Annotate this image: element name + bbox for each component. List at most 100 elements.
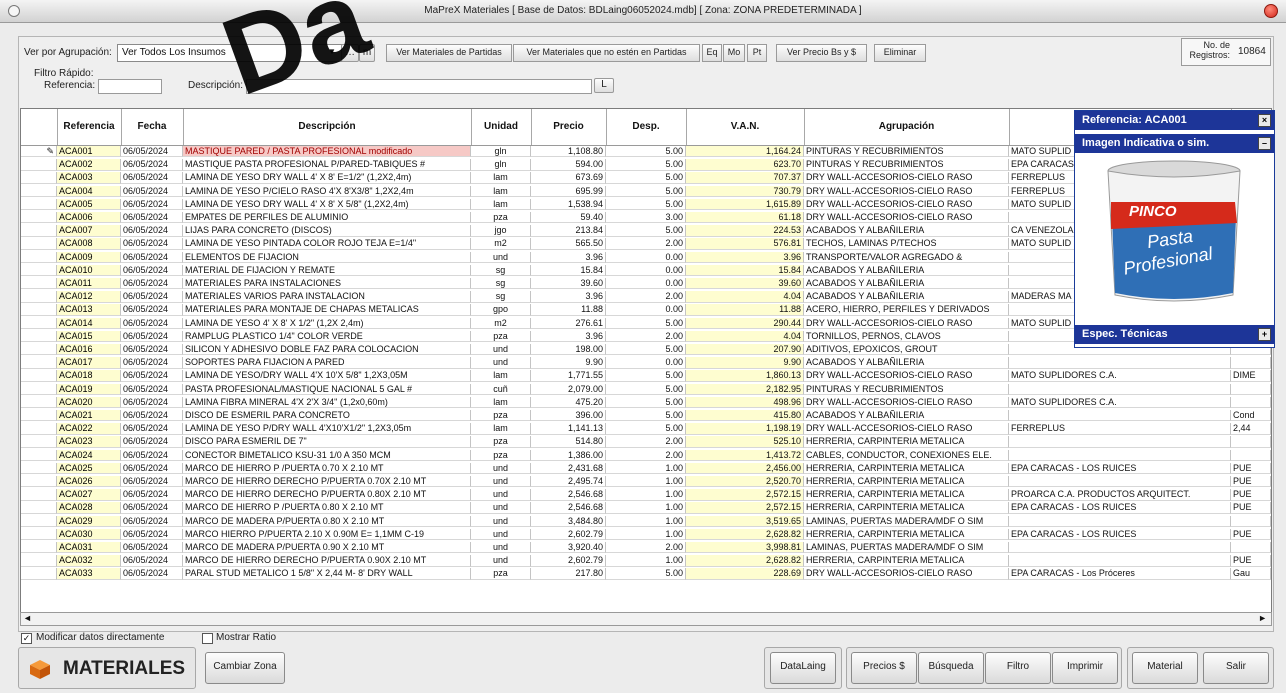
table-cell[interactable]: DISCO PARA ESMERIL DE 7" xyxy=(183,436,471,448)
table-cell[interactable]: sg xyxy=(471,291,531,303)
table-cell[interactable]: 2,602.79 xyxy=(531,528,606,541)
table-cell[interactable]: 2,628.82 xyxy=(686,528,804,541)
table-cell[interactable]: 61.18 xyxy=(686,212,804,224)
table-cell[interactable] xyxy=(1231,515,1271,527)
table-cell[interactable]: und xyxy=(471,502,531,514)
table-cell[interactable]: pza xyxy=(471,568,531,580)
table-cell[interactable]: PARAL STUD METALICO 1 5/8" X 2,44 M- 8' … xyxy=(183,568,471,580)
row-indicator[interactable] xyxy=(21,568,57,580)
table-cell[interactable]: 475.20 xyxy=(531,396,606,409)
table-cell[interactable]: ACA008 xyxy=(57,238,121,250)
table-row[interactable]: ACA032 06/05/2024 MARCO DE HIERRO DERECHO … xyxy=(21,555,1271,567)
table-cell[interactable]: 198.00 xyxy=(531,344,606,356)
table-row[interactable]: ACA030 06/05/2024 MARCO HIERRO P/PUERTA 2.… xyxy=(21,528,1271,541)
table-cell[interactable]: 06/05/2024 xyxy=(121,555,183,567)
row-indicator[interactable] xyxy=(21,159,57,171)
table-cell[interactable]: 415.80 xyxy=(686,410,804,422)
table-cell[interactable] xyxy=(1231,542,1271,554)
table-cell[interactable]: ACA023 xyxy=(57,436,121,448)
row-indicator[interactable] xyxy=(21,396,57,409)
table-cell[interactable]: ACABADOS Y ALBAÑILERIA xyxy=(804,291,1009,303)
column-header[interactable]: Fecha xyxy=(121,109,184,145)
row-indicator[interactable] xyxy=(21,476,57,488)
table-cell[interactable]: 5.00 xyxy=(606,568,686,580)
table-cell[interactable]: ACA011 xyxy=(57,278,121,290)
table-cell[interactable]: MATERIALES PARA MONTAJE DE CHAPAS METALI… xyxy=(183,304,471,316)
table-cell[interactable]: 2.00 xyxy=(606,542,686,554)
table-cell[interactable]: 396.00 xyxy=(531,410,606,422)
table-cell[interactable]: 06/05/2024 xyxy=(121,146,183,158)
table-cell[interactable]: 2.00 xyxy=(606,436,686,448)
table-cell[interactable]: 2,431.68 xyxy=(531,462,606,475)
table-cell[interactable]: 217.80 xyxy=(531,568,606,580)
table-cell[interactable]: 2,572.15 xyxy=(686,502,804,514)
agrupacion-dots-button[interactable]: … xyxy=(341,44,359,62)
table-cell[interactable]: 06/05/2024 xyxy=(121,317,183,329)
table-cell[interactable]: 1,141.13 xyxy=(531,423,606,435)
column-header[interactable]: Unidad xyxy=(471,109,532,145)
table-cell[interactable]: gpo xyxy=(471,304,531,316)
table-row[interactable]: ACA018 06/05/2024 LAMINA DE YESO/DRY WALL … xyxy=(21,370,1271,382)
table-cell[interactable]: 1,771.55 xyxy=(531,370,606,382)
table-cell[interactable]: 1,164.24 xyxy=(686,146,804,158)
row-indicator[interactable] xyxy=(21,555,57,567)
table-cell[interactable]: 5.00 xyxy=(606,146,686,158)
row-indicator[interactable] xyxy=(21,317,57,329)
table-cell[interactable]: 1,198.19 xyxy=(686,423,804,435)
table-row[interactable]: ACA027 06/05/2024 MARCO DE HIERRO DERECHO … xyxy=(21,489,1271,501)
table-cell[interactable]: 0.00 xyxy=(606,251,686,263)
table-cell[interactable]: 06/05/2024 xyxy=(121,515,183,527)
table-cell[interactable]: LAMINA DE YESO DRY WALL 4' X 8' E=1/2" (… xyxy=(183,172,471,184)
row-indicator[interactable] xyxy=(21,528,57,541)
table-cell[interactable]: 2,546.68 xyxy=(531,489,606,501)
scroll-left-icon[interactable]: ◄ xyxy=(23,613,32,623)
table-cell[interactable]: MARCO DE HIERRO P /PUERTA 0.70 X 2.10 MT xyxy=(183,462,471,475)
table-cell[interactable]: ACA021 xyxy=(57,410,121,422)
table-cell[interactable]: EPA CARACAS - Los Próceres xyxy=(1009,568,1231,580)
table-cell[interactable]: LAMINA DE YESO P/CIELO RASO 4'X 8'X3/8" … xyxy=(183,185,471,197)
table-cell[interactable]: HERRERIA, CARPINTERIA METALICA xyxy=(804,436,1009,448)
imprimir-button[interactable]: Imprimir xyxy=(1052,652,1118,684)
table-cell[interactable]: 39.60 xyxy=(531,278,606,290)
table-cell[interactable] xyxy=(1231,383,1271,395)
table-cell[interactable]: ACERO, HIERRO, PERFILES Y DERIVADOS xyxy=(804,304,1009,316)
table-cell[interactable]: 5.00 xyxy=(606,185,686,197)
table-cell[interactable]: 525.10 xyxy=(686,436,804,448)
row-indicator[interactable] xyxy=(21,357,57,369)
table-cell[interactable]: DISCO DE ESMERIL PARA CONCRETO xyxy=(183,410,471,422)
table-cell[interactable]: HERRERIA, CARPINTERIA METALICA xyxy=(804,462,1009,475)
table-cell[interactable]: 1.00 xyxy=(606,489,686,501)
table-cell[interactable]: 06/05/2024 xyxy=(121,304,183,316)
table-cell[interactable] xyxy=(1231,436,1271,448)
table-cell[interactable]: 3.96 xyxy=(531,251,606,263)
table-cell[interactable]: 9.90 xyxy=(531,357,606,369)
table-cell[interactable] xyxy=(1009,449,1231,461)
table-cell[interactable]: LAMINA FIBRA MINERAL 4'X 2'X 3/4" (1,2x0… xyxy=(183,396,471,409)
table-cell[interactable]: DRY WALL-ACCESORIOS-CIELO RASO xyxy=(804,212,1009,224)
column-header[interactable]: Referencia xyxy=(57,109,122,145)
table-cell[interactable] xyxy=(1009,555,1231,567)
table-cell[interactable]: ACABADOS Y ALBAÑILERIA xyxy=(804,410,1009,422)
table-cell[interactable]: 39.60 xyxy=(686,278,804,290)
table-cell[interactable]: LAMINAS, PUERTAS MADERA/MDF O SIM xyxy=(804,515,1009,527)
table-cell[interactable]: m2 xyxy=(471,238,531,250)
table-cell[interactable]: 707.37 xyxy=(686,172,804,184)
table-cell[interactable]: 06/05/2024 xyxy=(121,278,183,290)
scroll-right-icon[interactable]: ► xyxy=(1258,613,1267,623)
row-indicator[interactable] xyxy=(21,198,57,211)
table-cell[interactable]: 06/05/2024 xyxy=(121,264,183,277)
column-header[interactable] xyxy=(21,109,58,145)
table-cell[interactable]: lam xyxy=(471,423,531,435)
table-cell[interactable]: 576.81 xyxy=(686,238,804,250)
table-cell[interactable] xyxy=(1009,515,1231,527)
table-cell[interactable]: MARCO DE HIERRO P /PUERTA 0.80 X 2.10 MT xyxy=(183,502,471,514)
table-cell[interactable]: LAMINA DE YESO 4' X 8' X 1/2" (1,2X 2,4m… xyxy=(183,317,471,329)
table-cell[interactable]: ACA001 xyxy=(57,146,121,158)
table-cell[interactable]: ACA032 xyxy=(57,555,121,567)
row-indicator[interactable] xyxy=(21,185,57,197)
table-cell[interactable]: 1.00 xyxy=(606,502,686,514)
table-cell[interactable]: 594.00 xyxy=(531,159,606,171)
table-cell[interactable]: 4.04 xyxy=(686,330,804,343)
table-cell[interactable]: PUE xyxy=(1231,502,1271,514)
table-cell[interactable]: ADITIVOS, EPOXICOS, GROUT xyxy=(804,344,1009,356)
